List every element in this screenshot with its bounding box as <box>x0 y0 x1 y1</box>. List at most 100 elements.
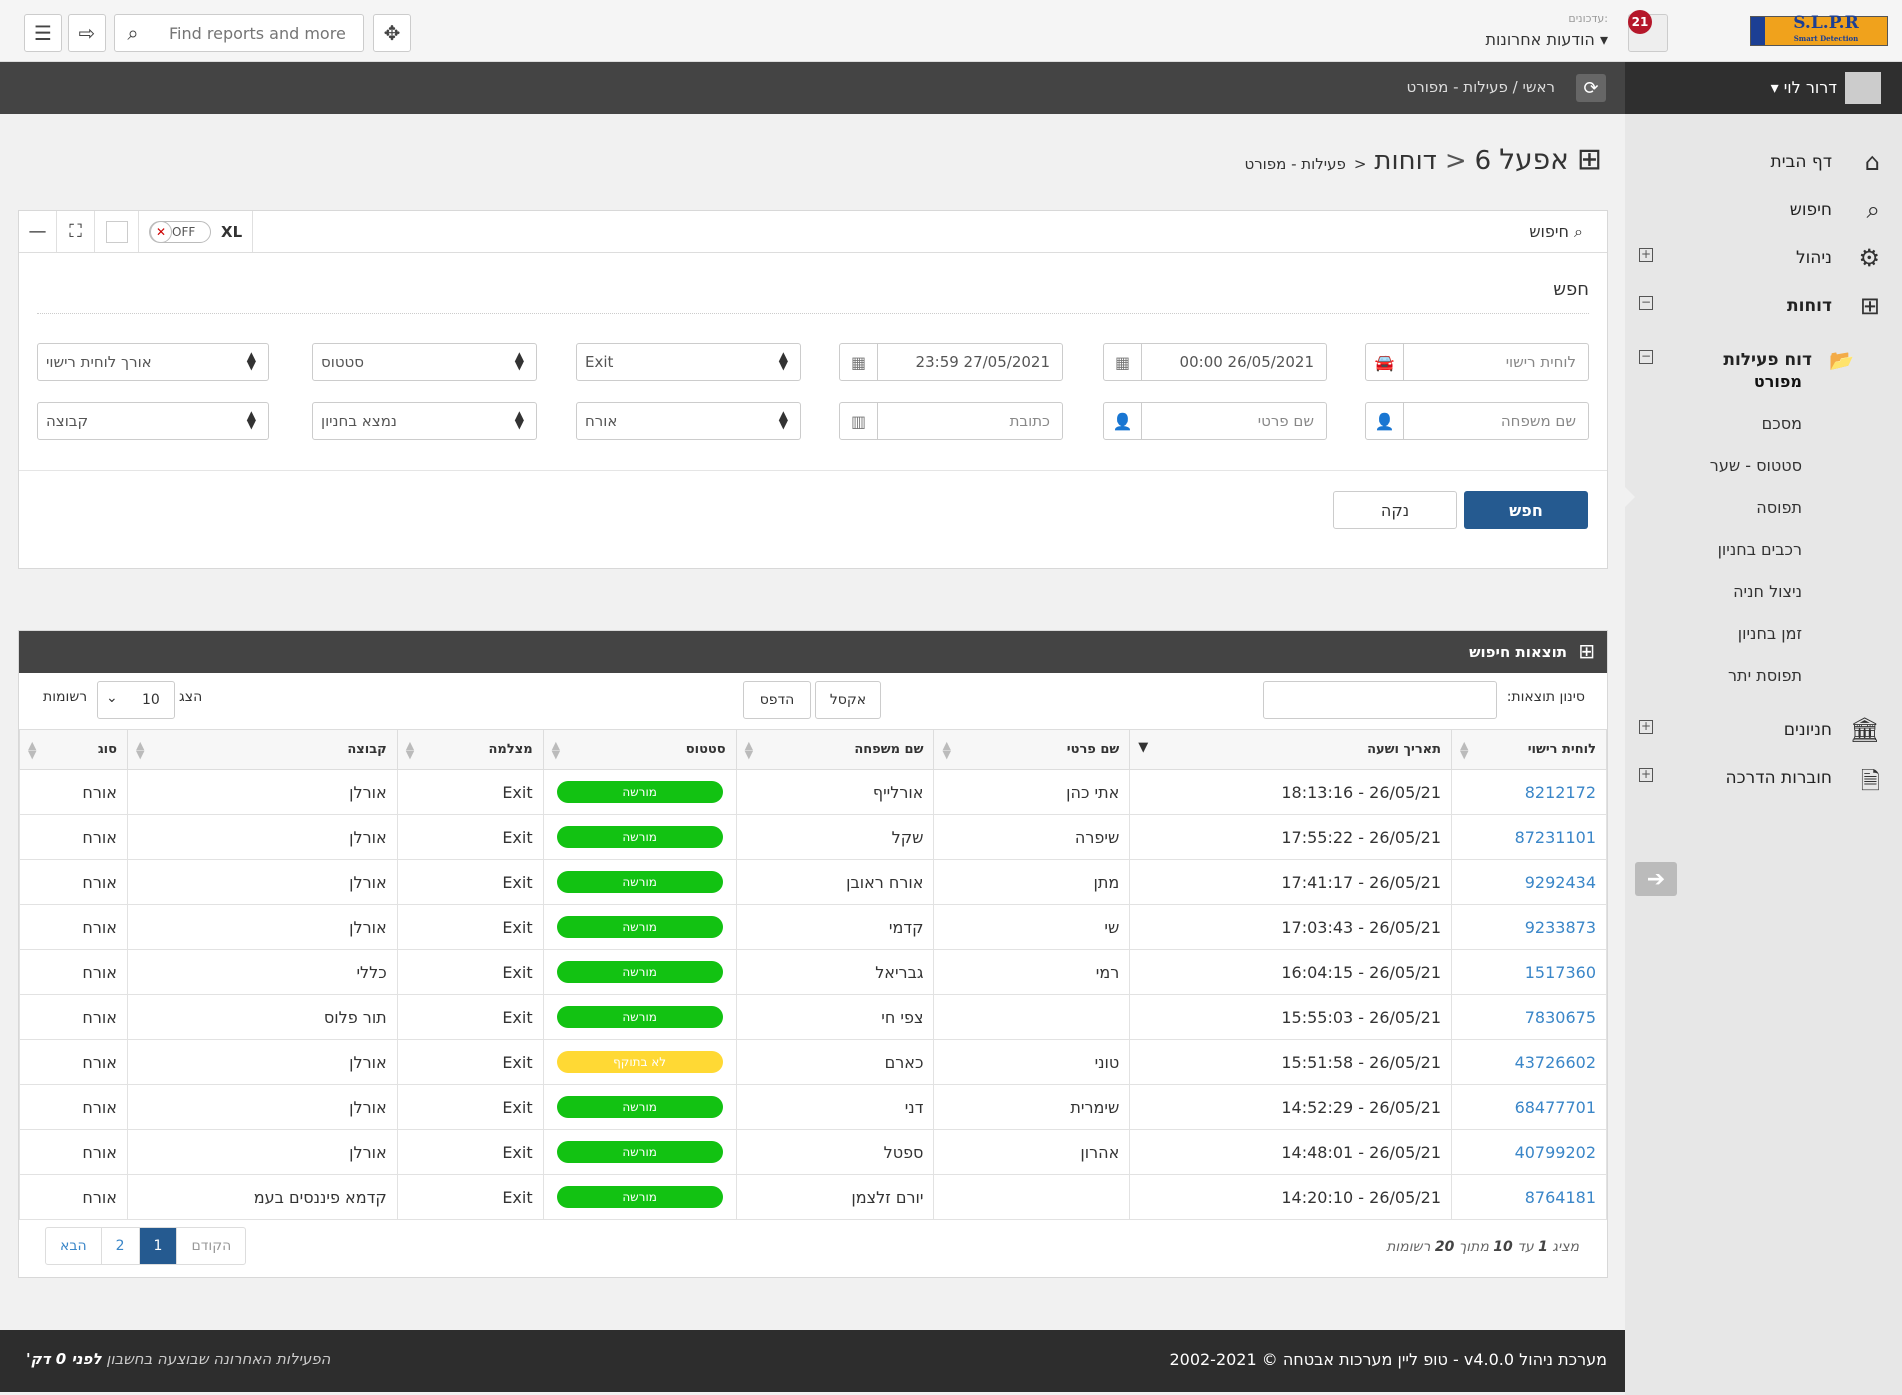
status-badge: מורשה <box>556 916 723 938</box>
sidebar-item-reports[interactable]: − ⊞ דוחות <box>1625 286 1902 326</box>
sidebar-item-home[interactable]: ⌂ דף הבית <box>1625 142 1902 182</box>
sidebar-sub-vehicles-in-lot[interactable]: רכבים בחניון <box>1718 540 1802 559</box>
cell-plate[interactable]: 7830675 <box>1451 994 1607 1040</box>
breadcrumb: ראשי / פעילות - מפורט <box>1406 78 1555 96</box>
to-date-field[interactable]: ▦ 23:59 27/05/2021 <box>839 343 1063 381</box>
cell-plate[interactable]: 43726602 <box>1451 1039 1607 1085</box>
status-select[interactable]: סטטוס ▲ ▼ <box>312 343 537 381</box>
sidebar-item-manuals[interactable]: + 🗎 חוברות הדרכה <box>1625 758 1902 798</box>
collapse-icon: − <box>1639 349 1653 364</box>
col-header-status[interactable]: סטטוס ▲ ▼ <box>542 729 737 770</box>
filter-label: סינון תוצאות: <box>1506 689 1585 705</box>
sidebar-sub-time-in-lot[interactable]: זמן בחניון <box>1738 624 1802 643</box>
fullscreen-button[interactable]: ⛶ <box>57 211 95 252</box>
search-button[interactable]: חפש <box>1464 491 1588 529</box>
print-button[interactable]: הדפס <box>743 681 811 719</box>
cell-type: אורח <box>19 904 128 950</box>
address-field[interactable]: ▥ כתובת <box>839 402 1063 440</box>
table-row: אורח אורלן Exit מורשה אורח ראובן מתן 17:41:17 … <box>19 859 1607 905</box>
cell-datetime: 14:48:01 - 26/05/21 <box>1129 1129 1453 1175</box>
cell-plate[interactable]: 9233873 <box>1451 904 1607 950</box>
search-heading: חפש <box>1553 279 1589 300</box>
pager-page-2[interactable]: 2 <box>102 1228 140 1264</box>
cell-plate[interactable]: 9292434 <box>1451 859 1607 905</box>
col-header-type[interactable]: סוג ▲ ▼ <box>19 729 128 770</box>
type-select[interactable]: אורח ▲ ▼ <box>576 402 801 440</box>
cell-last-name: ספטל <box>735 1129 935 1175</box>
cell-plate[interactable]: 1517360 <box>1451 949 1607 995</box>
logout-button[interactable]: ⇨ <box>68 14 106 52</box>
cell-plate[interactable]: 8764181 <box>1451 1174 1607 1220</box>
cell-camera: Exit <box>396 994 544 1040</box>
cell-plate[interactable]: 40799202 <box>1451 1129 1607 1175</box>
menu-toggle-button[interactable]: ☰ <box>24 14 62 52</box>
plate-field[interactable]: 🚘 לוחית רישוי <box>1365 343 1589 381</box>
cell-status: מורשה <box>542 814 737 860</box>
filter-input[interactable] <box>1263 681 1497 719</box>
xl-toggle[interactable]: ✕ OFF XL <box>139 211 254 252</box>
sidebar-item-parking-lots[interactable]: + 🏛 חניונים <box>1625 710 1902 750</box>
from-date-field[interactable]: ▦ 00:00 26/05/2021 <box>1103 343 1327 381</box>
page-size-select[interactable]: 10 ⌄ <box>97 681 175 719</box>
cell-last-name: גבריאל <box>735 949 935 995</box>
direction-select[interactable]: Exit ▲ ▼ <box>576 343 801 381</box>
panel-checkbox[interactable] <box>95 211 139 252</box>
clear-button[interactable]: נקה <box>1333 491 1457 529</box>
user-name: דרור לוי <box>1783 78 1837 97</box>
sidebar-sub-occupancy[interactable]: תפוסה <box>1756 498 1802 517</box>
sort-arrows-icon: ▲ ▼ <box>514 349 524 372</box>
cell-datetime: 16:04:15 - 26/05/21 <box>1129 949 1453 995</box>
cell-first-name: מתן <box>933 859 1131 905</box>
col-header-group[interactable]: קבוצה ▲ ▼ <box>126 729 398 770</box>
in-lot-select[interactable]: נמצא בחניון ▲ ▼ <box>312 402 537 440</box>
cell-plate[interactable]: 68477701 <box>1451 1084 1607 1130</box>
sidebar-item-search[interactable]: ⌕ חיפוש <box>1625 190 1902 230</box>
expand-icon: + <box>1639 247 1653 262</box>
sidebar-sub-gate-status[interactable]: סטטוס - שער <box>1710 456 1802 475</box>
user-menu[interactable]: דרור לוי ▾ <box>1625 62 1902 114</box>
col-header-plate[interactable]: לוחית רישוי ▲ ▼ <box>1451 729 1607 770</box>
minimize-button[interactable]: — <box>19 211 57 252</box>
status-badge: מורשה <box>556 1006 723 1028</box>
pager-next[interactable]: הבא <box>46 1228 102 1264</box>
plate-length-select[interactable]: אורך לוחית רישוי ▲ ▼ <box>37 343 269 381</box>
pager-page-1[interactable]: 1 <box>139 1228 178 1264</box>
sidebar-sub-parking-usage[interactable]: ניצול חניה <box>1733 582 1802 601</box>
cell-plate[interactable]: 87231101 <box>1451 814 1607 860</box>
table-row: אורח אורלן Exit מורשה דני שימרית 14:52:29 - 26… <box>19 1084 1607 1130</box>
cell-plate[interactable]: 8212172 <box>1451 769 1607 815</box>
sort-arrows-icon: ▲ ▼ <box>514 408 524 431</box>
cell-datetime: 15:51:58 - 26/05/21 <box>1129 1039 1453 1085</box>
table-row: אורח אורלן Exit מורשה ספטל אהרון 14:48:01 - 26… <box>19 1129 1607 1175</box>
first-name-field[interactable]: 👤 שם פרטי <box>1103 402 1327 440</box>
sidebar-sub-over-occupancy[interactable]: תפוסת יתר <box>1728 666 1802 685</box>
breadcrumb-home[interactable]: ראשי <box>1523 78 1555 96</box>
calendar-icon: ▦ <box>1104 344 1142 380</box>
cell-datetime: 17:41:17 - 26/05/21 <box>1129 859 1453 905</box>
col-header-last-name[interactable]: שם משפחה ▲ ▼ <box>735 729 935 770</box>
refresh-button[interactable]: ⟳ <box>1576 74 1606 102</box>
pager-prev[interactable]: הקודם <box>177 1228 245 1264</box>
last-name-field[interactable]: 👤 שם משפחה <box>1365 402 1589 440</box>
report-search-input[interactable] <box>151 23 351 43</box>
footer: מערכת ניהול v4.0.0 - טופ ליין מערכות אבט… <box>0 1330 1625 1392</box>
col-header-first-name[interactable]: שם פרטי ▲ ▼ <box>933 729 1131 770</box>
group-select[interactable]: קבוצה ▲ ▼ <box>37 402 269 440</box>
sidebar-nav: ⌂ דף הבית ⌕ חיפוש + ⚙ ניהול − ⊞ דוחות − … <box>1625 114 1902 1395</box>
sidebar-item-admin[interactable]: + ⚙ ניהול <box>1625 238 1902 278</box>
toggle-switch[interactable]: ✕ OFF <box>149 220 211 243</box>
cell-datetime: 18:13:16 - 26/05/21 <box>1129 769 1453 815</box>
excel-button[interactable]: אקסל <box>815 681 881 719</box>
sidebar-sub-summary[interactable]: מסכם <box>1762 414 1802 433</box>
cell-camera: Exit <box>396 814 544 860</box>
expand-icon: ⛶ <box>69 221 82 242</box>
expand-icon: + <box>1639 719 1653 734</box>
notifications-dropdown[interactable]: ▾ הודעות אחרונות <box>1470 30 1608 49</box>
move-button[interactable]: ✥ <box>373 14 411 52</box>
cell-first-name: שיפרה <box>933 814 1131 860</box>
report-search[interactable]: ⌕ <box>114 14 364 52</box>
sidebar-collapse-button[interactable]: ➔ <box>1635 862 1677 896</box>
col-header-datetime[interactable]: תאריך ושעה ▼ <box>1129 729 1453 770</box>
col-header-camera[interactable]: מצלמה ▲ ▼ <box>396 729 544 770</box>
sidebar-sub-detailed[interactable]: מפורט <box>1754 372 1802 391</box>
